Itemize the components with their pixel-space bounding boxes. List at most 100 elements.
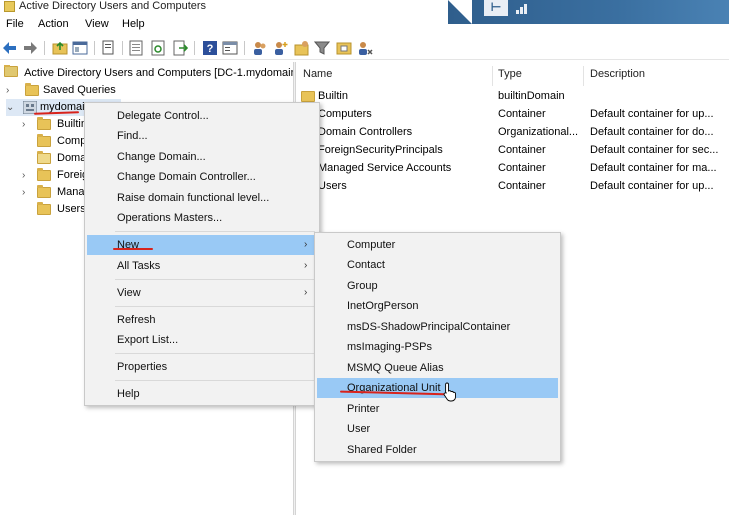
submenu-item-computer[interactable]: Computer	[317, 235, 558, 255]
tree-item-saved-queries[interactable]: › Saved Queries	[6, 82, 293, 99]
submenu-item-shared-folder[interactable]: Shared Folder	[317, 440, 558, 460]
toolbar: ?	[0, 36, 729, 60]
menu-view[interactable]: View	[85, 18, 109, 30]
item-name: Users	[318, 180, 347, 192]
menu-item-operations-masters[interactable]: Operations Masters...	[87, 208, 317, 228]
submenu-item-user[interactable]: User	[317, 419, 558, 439]
ou-icon[interactable]	[336, 40, 352, 56]
menu-item-help[interactable]: Help	[87, 384, 317, 404]
chevron-right-icon: ›	[304, 239, 308, 250]
back-icon[interactable]	[2, 40, 18, 56]
menu-item-change-domain[interactable]: Change Domain...	[87, 147, 317, 167]
submenu-item-msimaging-psps[interactable]: msImaging-PSPs	[317, 337, 558, 357]
chevron-right-icon: ›	[304, 260, 308, 271]
export-list-icon[interactable]	[128, 40, 144, 56]
item-name: ForeignSecurityPrincipals	[318, 144, 443, 156]
menu-item-properties[interactable]: Properties	[87, 357, 317, 377]
forward-icon[interactable]	[22, 40, 38, 56]
list-item[interactable]: Users Container Default container for up…	[297, 178, 729, 195]
menu-item-export-list[interactable]: Export List...	[87, 330, 317, 350]
new-submenu: Computer Contact Group InetOrgPerson msD…	[314, 232, 561, 462]
menu-item-delegate-control[interactable]: Delegate Control...	[87, 106, 317, 126]
folder-icon	[37, 168, 51, 181]
filter-icon[interactable]	[314, 40, 330, 56]
copy-icon[interactable]	[100, 40, 116, 56]
svg-text:?: ?	[207, 43, 214, 55]
delegate-icon[interactable]	[358, 40, 374, 56]
tree-item-label: Saved Queries	[43, 84, 116, 96]
item-type: Organizational...	[498, 126, 579, 138]
item-type: Container	[498, 180, 546, 192]
item-name: Domain Controllers	[318, 126, 413, 138]
properties-icon[interactable]	[222, 40, 238, 56]
item-type: Container	[498, 108, 546, 120]
chevron-down-icon[interactable]: ⌄	[6, 99, 14, 116]
folder-icon	[37, 117, 51, 130]
app-icon	[4, 1, 15, 12]
chevron-right-icon: ›	[304, 287, 308, 298]
menu-item-change-domain-controller[interactable]: Change Domain Controller...	[87, 167, 317, 187]
up-folder-icon[interactable]	[52, 40, 68, 56]
submenu-item-printer[interactable]: Printer	[317, 399, 558, 419]
folder-icon	[37, 202, 51, 215]
tree-root-label: Active Directory Users and Computers [DC…	[24, 67, 293, 79]
pin-icon[interactable]: ⊢	[484, 0, 508, 16]
menu-item-new[interactable]: New ›	[87, 235, 317, 255]
menu-item-all-tasks[interactable]: All Tasks ›	[87, 256, 317, 276]
submenu-item-group[interactable]: Group	[317, 276, 558, 296]
submenu-item-contact[interactable]: Contact	[317, 255, 558, 275]
item-name: Builtin	[318, 90, 348, 102]
ad-root-icon	[4, 65, 18, 77]
signal-icon	[516, 2, 530, 14]
menu-action[interactable]: Action	[38, 18, 69, 30]
tree-root[interactable]: Active Directory Users and Computers [DC…	[4, 65, 293, 82]
add-user-icon[interactable]	[272, 40, 288, 56]
list-item[interactable]: Domain Controllers Organizational... Def…	[297, 124, 729, 141]
column-header-name[interactable]: Name	[303, 68, 332, 80]
item-type: builtinDomain	[498, 90, 565, 102]
list-item[interactable]: ForeignSecurityPrincipals Container Defa…	[297, 142, 729, 159]
list-item[interactable]: Managed Service Accounts Container Defau…	[297, 160, 729, 177]
menu-help[interactable]: Help	[122, 18, 145, 30]
mouse-pointer-icon	[443, 382, 456, 402]
menu-item-view[interactable]: View ›	[87, 283, 317, 303]
chevron-right-icon[interactable]: ›	[22, 167, 25, 184]
menu-item-raise-domain-functional-level[interactable]: Raise domain functional level...	[87, 188, 317, 208]
help-icon[interactable]: ?	[202, 40, 218, 56]
folder-icon	[301, 91, 315, 102]
annotation-underline-new	[113, 248, 153, 250]
submenu-item-msds-shadowprincipalcontainer[interactable]: msDS-ShadowPrincipalContainer	[317, 317, 558, 337]
menu-file[interactable]: File	[6, 18, 24, 30]
column-header-type[interactable]: Type	[498, 68, 522, 80]
ou-icon	[37, 151, 51, 164]
tree-item-users[interactable]: Users	[22, 201, 92, 218]
item-name: Managed Service Accounts	[318, 162, 452, 174]
column-header-description[interactable]: Description	[590, 68, 645, 80]
item-description: Default container for sec...	[590, 144, 719, 156]
menu-item-refresh[interactable]: Refresh	[87, 310, 317, 330]
tree-item-builtin[interactable]: › Builtin	[22, 116, 92, 133]
show-hide-console-tree-icon[interactable]	[72, 40, 88, 56]
add-group-icon[interactable]	[294, 40, 310, 56]
item-type: Container	[498, 144, 546, 156]
chevron-right-icon[interactable]: ›	[22, 184, 25, 201]
menu-item-find[interactable]: Find...	[87, 126, 317, 146]
item-name: Computers	[318, 108, 372, 120]
folder-icon	[37, 185, 51, 198]
tree-item-managed-service-accounts[interactable]: › Managed Service Accounts	[22, 184, 92, 201]
folder-icon	[37, 134, 51, 147]
refresh-icon[interactable]	[150, 40, 166, 56]
submenu-item-msmq-queue-alias[interactable]: MSMQ Queue Alias	[317, 358, 558, 378]
tree-item-computers[interactable]: Computers	[22, 133, 92, 150]
export-icon[interactable]	[172, 40, 188, 56]
submenu-item-inetorgperson[interactable]: InetOrgPerson	[317, 296, 558, 316]
list-item[interactable]: Computers Container Default container fo…	[297, 106, 729, 123]
users-icon[interactable]	[252, 40, 268, 56]
tree-item-foreign-security-principals[interactable]: › ForeignSecurityPrincipals	[22, 167, 92, 184]
folder-icon	[25, 83, 39, 96]
tree-item-domain-controllers[interactable]: Domain Controllers	[22, 150, 92, 167]
window-title: Active Directory Users and Computers	[19, 0, 207, 12]
list-item[interactable]: Builtin builtinDomain	[297, 88, 729, 105]
chevron-right-icon[interactable]: ›	[22, 116, 25, 133]
chevron-right-icon[interactable]: ›	[6, 82, 9, 99]
